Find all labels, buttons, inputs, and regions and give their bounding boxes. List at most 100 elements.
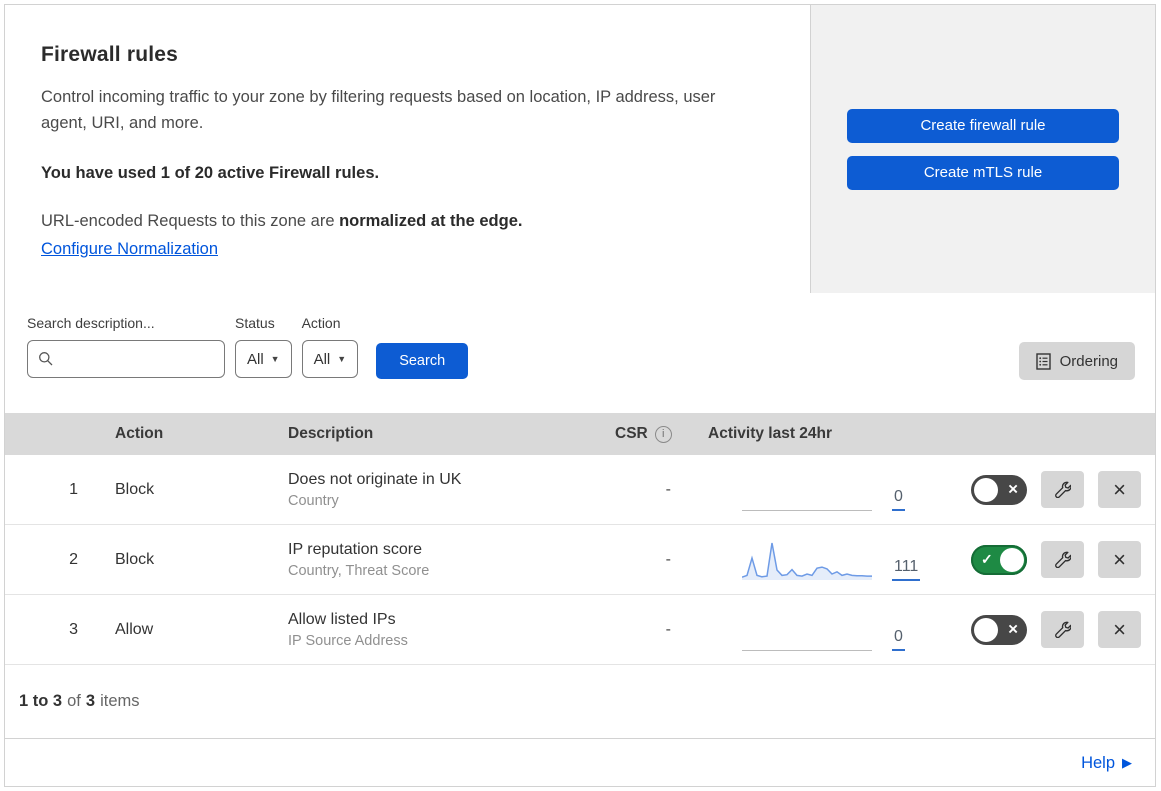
rule-csr: - [665, 480, 671, 498]
close-icon: × [1113, 476, 1126, 502]
table-row: 3 Allow Allow listed IPs IP Source Addre… [5, 595, 1155, 665]
status-filter-group: Status All ▼ [235, 315, 292, 378]
rule-description-cell: Does not originate in UK Country [270, 471, 595, 509]
x-icon: × [1008, 619, 1018, 639]
ordering-button-label: Ordering [1059, 352, 1118, 370]
rule-criteria: Country [288, 492, 339, 509]
activity-sparkline [741, 539, 872, 581]
search-box[interactable] [27, 340, 225, 378]
ordering-button[interactable]: Ordering [1018, 342, 1135, 380]
chevron-down-icon: ▼ [337, 354, 347, 364]
csr-label: CSR [615, 425, 648, 442]
header-text-panel: Firewall rules Control incoming traffic … [5, 5, 811, 293]
rule-priority: 3 [69, 620, 78, 638]
check-icon: ✓ [981, 550, 993, 567]
activity-sparkline [742, 609, 872, 651]
rule-action: Block [115, 550, 155, 568]
close-icon: × [1113, 616, 1126, 642]
normalization-bold: normalized at the edge. [339, 211, 523, 230]
rule-description: IP reputation score [288, 540, 423, 558]
create-mtls-rule-button[interactable]: Create mTLS rule [847, 155, 1119, 190]
rule-enabled-toggle[interactable]: ✓ × [971, 474, 1027, 505]
rule-csr: - [665, 550, 671, 568]
arrow-right-icon: ▶ [1122, 755, 1132, 770]
action-dropdown-value: All [313, 350, 331, 368]
column-header-action: Action [115, 425, 164, 442]
normalization-prefix: URL-encoded Requests to this zone are [41, 211, 340, 230]
rule-activity-cell: 111 [695, 539, 957, 581]
rule-controls: ✓ × × [957, 611, 1155, 648]
activity-count-link[interactable]: 0 [892, 628, 905, 651]
help-row: Help ▶ [5, 739, 1155, 787]
activity-sparkline [742, 469, 872, 511]
create-firewall-rule-button[interactable]: Create firewall rule [847, 108, 1119, 143]
rule-action: Block [115, 480, 155, 498]
pagination-range: 1 to 3 [19, 692, 63, 710]
help-label: Help [1081, 753, 1115, 772]
page-title: Firewall rules [41, 43, 179, 66]
rule-priority: 2 [69, 550, 78, 568]
edit-rule-button[interactable] [1041, 611, 1084, 648]
edit-rule-button[interactable] [1041, 541, 1084, 578]
rule-controls: ✓ × × [957, 541, 1155, 578]
rule-enabled-toggle[interactable]: ✓ × [971, 544, 1027, 575]
search-group: Search description... [27, 315, 225, 378]
x-icon: × [1008, 479, 1018, 499]
table-row: 1 Block Does not originate in UK Country… [5, 455, 1155, 525]
action-dropdown[interactable]: All ▼ [301, 340, 359, 378]
chevron-down-icon: ▼ [270, 354, 280, 364]
table-row: 2 Block IP reputation score Country, Thr… [5, 525, 1155, 595]
rule-description: Allow listed IPs [288, 610, 396, 628]
info-icon[interactable]: i [654, 425, 672, 443]
rule-activity-cell: 0 [695, 469, 957, 511]
normalization-text: URL-encoded Requests to this zone are no… [41, 212, 770, 231]
status-dropdown-value: All [247, 350, 264, 368]
pagination-items: items [100, 692, 140, 710]
rule-description-cell: IP reputation score Country, Threat Scor… [270, 541, 595, 579]
toggle-knob [974, 617, 998, 642]
rule-activity-cell: 0 [695, 609, 957, 651]
page-description: Control incoming traffic to your zone by… [41, 88, 716, 133]
edit-rule-button[interactable] [1041, 471, 1084, 508]
configure-normalization-link[interactable]: Configure Normalization [41, 240, 218, 258]
column-header-csr: CSR i [595, 425, 695, 443]
rule-criteria: IP Source Address [288, 632, 408, 649]
wrench-icon [1054, 481, 1071, 498]
help-link[interactable]: Help ▶ [1081, 754, 1132, 773]
column-header-activity: Activity last 24hr [708, 425, 833, 442]
rule-controls: ✓ × × [957, 471, 1155, 508]
rule-criteria: Country, Threat Score [288, 562, 430, 579]
close-icon: × [1113, 546, 1126, 572]
pagination-summary: 1 to 3 of 3 items [5, 665, 1155, 739]
status-label: Status [235, 315, 275, 331]
rule-enabled-toggle[interactable]: ✓ × [971, 614, 1027, 645]
ordering-list-icon [1035, 352, 1051, 370]
filter-bar: Search description... Status All ▼ Actio… [5, 293, 1155, 413]
rule-csr: - [665, 620, 671, 638]
table-header: Action Description CSR i Activity last 2… [5, 413, 1155, 455]
wrench-icon [1054, 551, 1071, 568]
usage-summary: You have used 1 of 20 active Firewall ru… [41, 163, 380, 182]
pagination-total: 3 [85, 692, 96, 710]
action-label: Action [301, 315, 341, 331]
wrench-icon [1054, 621, 1071, 638]
firewall-rules-card: Firewall rules Control incoming traffic … [4, 4, 1156, 787]
rule-description-cell: Allow listed IPs IP Source Address [270, 611, 595, 649]
delete-rule-button[interactable]: × [1098, 471, 1141, 508]
search-input[interactable] [62, 350, 214, 368]
activity-count-link[interactable]: 0 [892, 488, 905, 511]
status-dropdown[interactable]: All ▼ [235, 340, 292, 378]
pagination-of: of [67, 692, 81, 710]
search-label: Search description... [27, 315, 155, 331]
activity-count-link[interactable]: 111 [892, 558, 921, 581]
rule-action: Allow [115, 620, 154, 638]
column-header-description: Description [288, 425, 374, 442]
rule-description: Does not originate in UK [288, 470, 462, 488]
delete-rule-button[interactable]: × [1098, 611, 1141, 648]
toggle-knob [974, 477, 998, 502]
search-button[interactable]: Search [376, 343, 469, 379]
action-filter-group: Action All ▼ [301, 315, 359, 378]
action-panel: Create firewall rule Create mTLS rule [811, 5, 1155, 293]
delete-rule-button[interactable]: × [1098, 541, 1141, 578]
toggle-knob [1000, 547, 1024, 572]
